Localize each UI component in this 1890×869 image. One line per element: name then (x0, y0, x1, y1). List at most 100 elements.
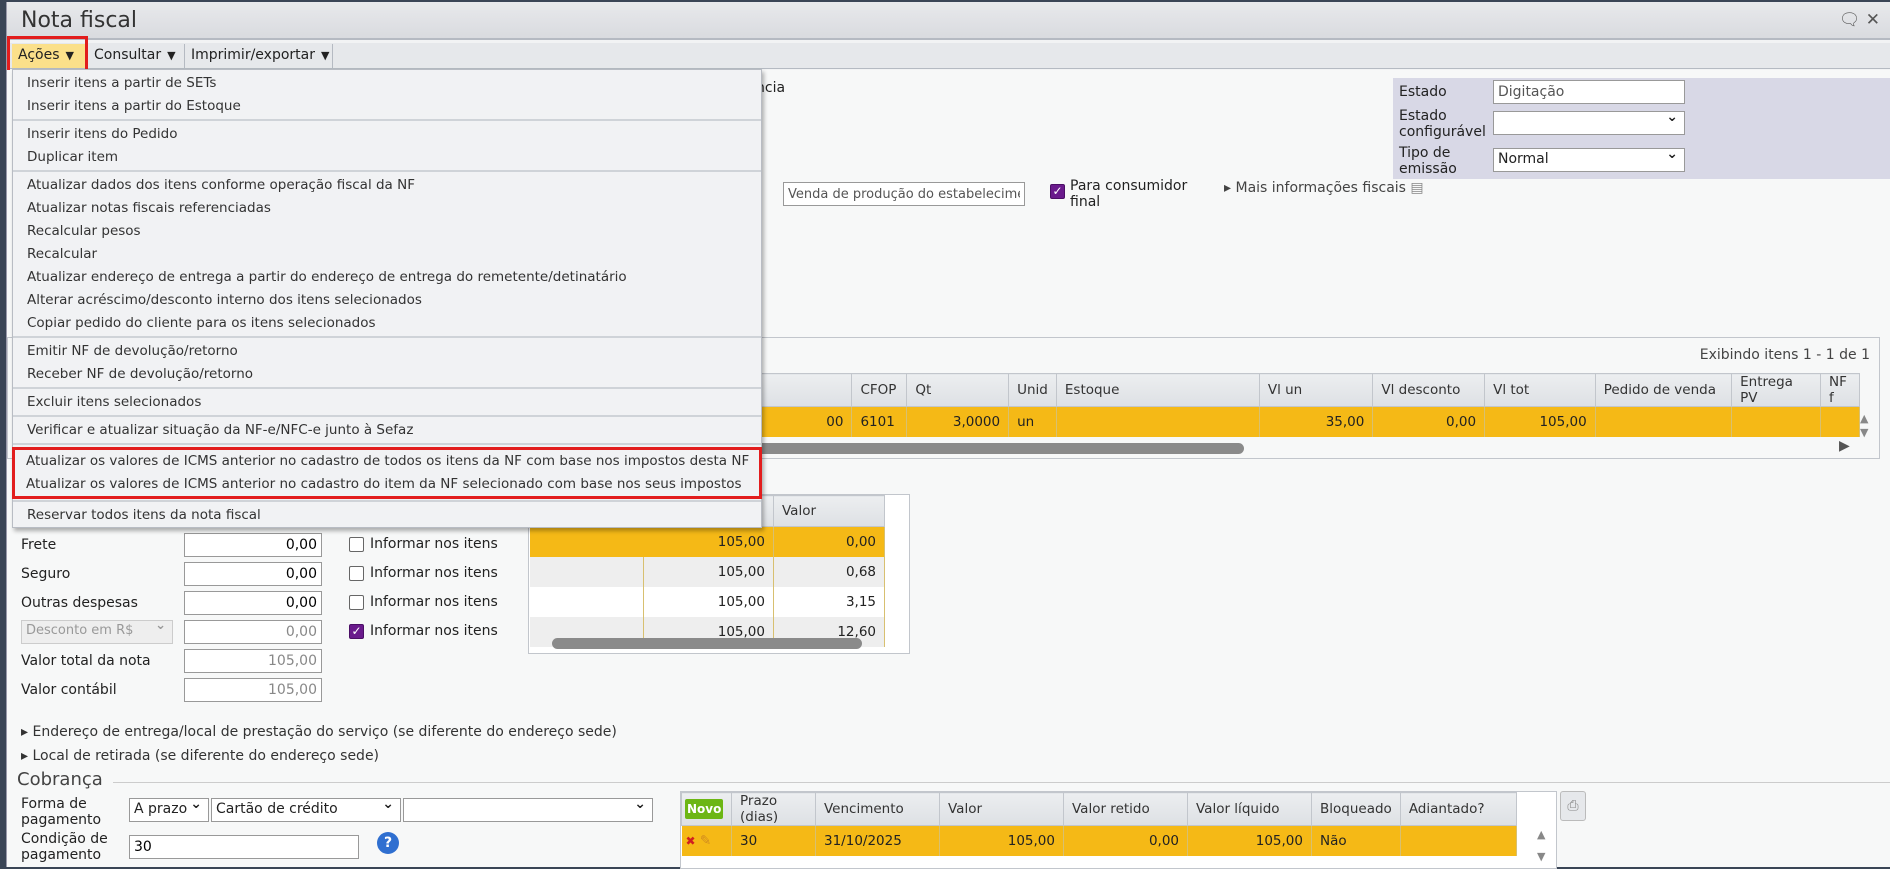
estado-configuravel-select[interactable] (1493, 109, 1685, 135)
col-prazo[interactable]: Prazo (dias) (731, 792, 816, 826)
menu-item[interactable]: Duplicar item (13, 146, 761, 169)
desconto-informar-checkbox[interactable]: ✓ (349, 624, 364, 639)
natureza-operacao-field[interactable] (783, 182, 1025, 206)
menu-item[interactable]: Alterar acréscimo/desconto interno dos i… (13, 289, 761, 312)
menu-item[interactable]: Receber NF de devolução/retorno (13, 363, 761, 386)
items-count: Exibindo itens 1 - 1 de 1 (1699, 347, 1870, 363)
table-row[interactable]: 105,00 3,15 (529, 586, 885, 617)
col-entrega-pv[interactable]: Entrega PV (1731, 373, 1821, 407)
desconto-type-select[interactable]: Desconto em R$ (21, 618, 173, 644)
table-row[interactable]: 105,00 0,68 (529, 556, 885, 587)
menu-item[interactable]: Emitir NF de devolução/retorno (13, 340, 761, 363)
menu-separator (13, 119, 761, 121)
col-nf[interactable]: NF f (1819, 373, 1861, 407)
consumidor-final-checkbox[interactable]: ✓ (1050, 184, 1065, 199)
taxes-horizontal-scrollbar[interactable] (552, 638, 862, 649)
outras-informar-checkbox[interactable] (349, 595, 364, 610)
seguro-informar-checkbox[interactable] (349, 566, 364, 581)
menu-item[interactable]: Atualizar os valores de ICMS anterior no… (15, 473, 759, 496)
divider (113, 782, 1890, 783)
items-table: CFOP Qt Unid Estoque Vl un Vl desconto V… (746, 373, 1861, 437)
col-valor[interactable]: Valor (939, 792, 1064, 826)
seguro-label: Seguro (21, 566, 71, 582)
informar-label: Informar nos itens (370, 536, 498, 552)
endereco-entrega-toggle[interactable]: ▸ Endereço de entrega/local de prestação… (21, 724, 617, 740)
valor-total-label: Valor total da nota (21, 653, 151, 669)
col-vl-un[interactable]: Vl un (1258, 373, 1374, 407)
edit-pencil-icon[interactable]: ✎ (700, 833, 711, 849)
menu-item[interactable]: Atualizar os valores de ICMS anterior no… (15, 450, 759, 473)
menu-separator (13, 387, 761, 389)
col-unid[interactable]: Unid (1008, 373, 1057, 407)
col-vl-desconto[interactable]: Vl desconto (1372, 373, 1486, 407)
consultar-menu-button[interactable]: Consultar ▼ (88, 44, 185, 68)
frete-field[interactable] (184, 533, 322, 557)
seguro-field[interactable] (184, 562, 322, 586)
table-row[interactable]: 105,00 0,00 (529, 526, 885, 557)
table-row[interactable]: 00 6101 3,0000 un 35,00 0,00 105,00 (747, 406, 1861, 437)
menu-item[interactable]: Atualizar notas fiscais referenciadas (13, 197, 761, 220)
caret-down-icon: ▼ (167, 49, 176, 62)
forma-pagamento-select[interactable]: A prazo (129, 796, 209, 822)
horizontal-scrollbar[interactable] (747, 443, 1244, 454)
estado-label: Estado (1399, 84, 1447, 100)
menu-item[interactable]: Recalcular pesos (13, 220, 761, 243)
desconto-type-value: Desconto em R$ (26, 623, 134, 638)
consumidor-final-label: Para consumidor final (1070, 178, 1188, 210)
condicao-pagamento-field[interactable] (129, 835, 359, 859)
col-bloqueado[interactable]: Bloqueado (1311, 792, 1401, 826)
novo-button[interactable]: Novo (685, 799, 724, 819)
valor-contabil-field (184, 678, 322, 702)
menu-item[interactable]: Verificar e atualizar situação da NF-e/N… (13, 419, 761, 442)
tipo-emissao-label: Tipo de emissão (1399, 145, 1457, 177)
menu-item[interactable]: Inserir itens a partir do Estoque (13, 95, 761, 118)
menu-item[interactable]: Copiar pedido do cliente para os itens s… (13, 312, 761, 335)
parcelas-scroll-arrows[interactable]: ▲ ▼ (1537, 824, 1545, 868)
menu-item[interactable]: Atualizar endereço de entrega a partir d… (13, 266, 761, 289)
col-qt[interactable]: Qt (906, 373, 1010, 407)
imprimir-menu-button[interactable]: Imprimir/exportar ▼ (185, 44, 333, 68)
valor-total-field (184, 649, 322, 673)
print-icon[interactable]: ⎙ (1560, 791, 1586, 821)
chat-icon[interactable]: 🗨 (1839, 10, 1861, 30)
menu-separator (13, 170, 761, 172)
frete-informar-checkbox[interactable] (349, 537, 364, 552)
estado-field[interactable] (1493, 80, 1685, 104)
menu-item[interactable]: Inserir itens do Pedido (13, 123, 761, 146)
menu-item[interactable]: Recalcular (13, 243, 761, 266)
vertical-scroll-arrows[interactable]: ▲ ▼ (1860, 412, 1868, 440)
table-row[interactable]: ✖ ✎ 30 31/10/2025 105,00 0,00 105,00 Não (681, 825, 1518, 856)
tipo-emissao-select[interactable]: Normal (1493, 146, 1685, 172)
col-valor-retido[interactable]: Valor retido (1063, 792, 1188, 826)
forma-value: A prazo (134, 801, 188, 817)
outras-despesas-field[interactable] (184, 591, 322, 615)
menu-item[interactable]: Inserir itens a partir de SETs (13, 72, 761, 95)
local-retirada-toggle[interactable]: ▸ Local de retirada (se diferente do end… (21, 748, 379, 764)
document-icon: ▤ (1410, 180, 1424, 196)
menu-item[interactable]: Atualizar dados dos itens conforme opera… (13, 174, 761, 197)
col-cfop[interactable]: CFOP (851, 373, 908, 407)
col-vl-tot[interactable]: Vl tot (1484, 373, 1596, 407)
menu-item[interactable]: Excluir itens selecionados (13, 391, 761, 414)
delete-icon[interactable]: ✖ (686, 834, 696, 848)
close-icon[interactable]: ✕ (1866, 10, 1880, 30)
triangle-right-icon: ▸ (21, 748, 29, 764)
col-adiantado[interactable]: Adiantado? (1399, 792, 1518, 826)
complemento-pagamento-select[interactable] (403, 796, 653, 822)
col-valor[interactable]: Valor (773, 495, 885, 527)
col-pedido-venda[interactable]: Pedido de venda (1594, 373, 1733, 407)
desconto-field[interactable] (184, 620, 322, 644)
toolbar: Ações ▼ Consultar ▼ Imprimir/exportar ▼ (7, 43, 1890, 69)
col-valor-liquido[interactable]: Valor líquido (1187, 792, 1312, 826)
menu-separator (13, 500, 761, 502)
tipo-emissao-value: Normal (1498, 151, 1549, 167)
menu-item[interactable]: Reservar todos itens da nota fiscal (13, 504, 761, 527)
imprimir-label: Imprimir/exportar (191, 47, 315, 63)
mais-informacoes-toggle[interactable]: ▸ Mais informações fiscais ▤ (1224, 180, 1424, 196)
meio-pagamento-select[interactable]: Cartão de crédito (211, 796, 401, 822)
caret-down-icon: ▼ (320, 49, 330, 62)
help-icon[interactable]: ? (377, 832, 399, 854)
col-estoque[interactable]: Estoque (1055, 373, 1260, 407)
col-vencimento[interactable]: Vencimento (815, 792, 940, 826)
scroll-right-icon[interactable]: ▶ (1839, 438, 1850, 454)
